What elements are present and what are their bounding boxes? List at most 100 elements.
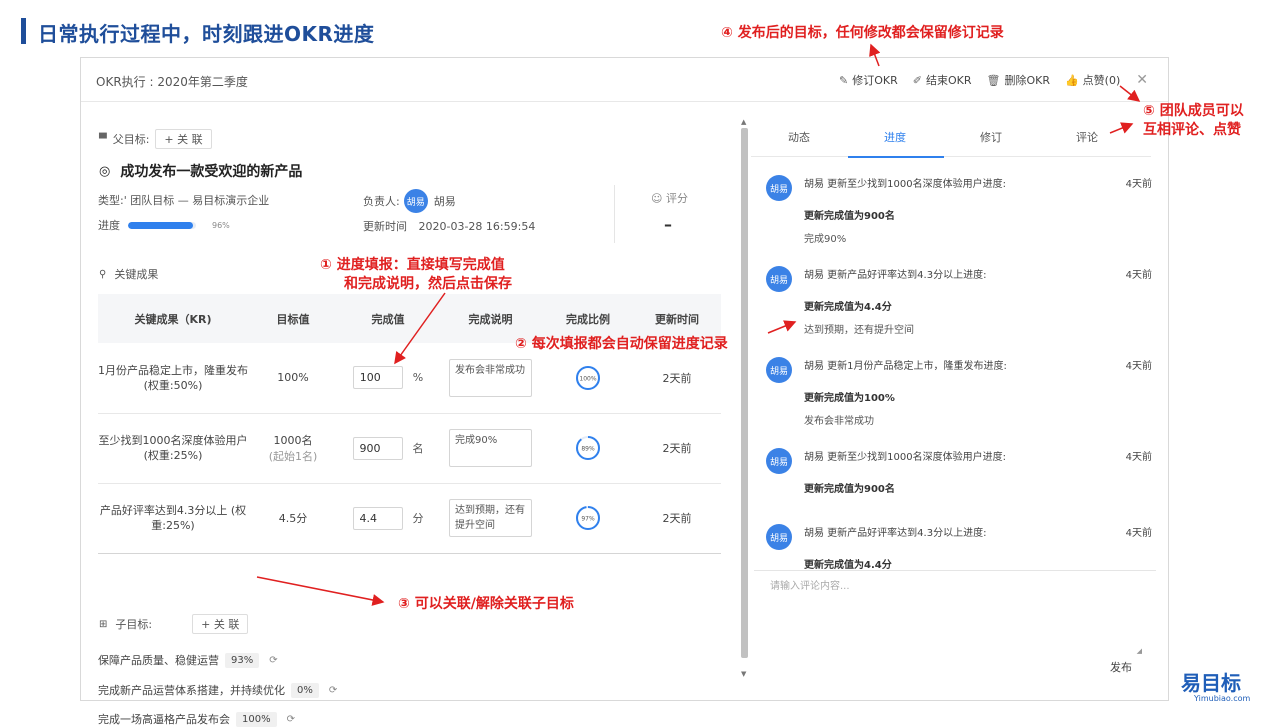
- feed-value: 更新完成值为100%: [804, 393, 895, 404]
- table-row: 产品好评率达到4.3分以上 (权重:25%) 4.5分 4.4 分 达到预期，还有…: [98, 483, 721, 554]
- kr-updated: 2天前: [633, 483, 721, 554]
- link-child-button[interactable]: + 关 联: [192, 614, 249, 634]
- avatar: 胡易: [766, 524, 792, 550]
- kr-updated: 2天前: [633, 413, 721, 484]
- active-tab-indicator: [848, 156, 944, 158]
- annotation-1-line2: 和完成说明，然后点击保存: [344, 276, 512, 292]
- publish-button[interactable]: 发布: [1110, 659, 1132, 675]
- kr-target-sub: (起始1名): [268, 450, 318, 463]
- owner-label: 负责人:: [363, 195, 400, 208]
- scroll-up-icon[interactable]: ▲: [741, 118, 746, 126]
- completion-ring: 89%: [576, 436, 600, 460]
- parent-objective-row: ▀ 父目标: + 关 联: [99, 129, 212, 149]
- updated-row: 更新时间 2020-03-28 16:59:54: [363, 218, 535, 234]
- feed-value: 更新完成值为4.4分: [804, 302, 892, 313]
- resize-handle-icon[interactable]: ◢: [1137, 647, 1142, 655]
- okr-execution-panel: OKR执行 : 2020年第二季度 ✎ 修订OKR ✐ 结束OKR 🗑 删除OK…: [80, 57, 1170, 727]
- link-parent-button[interactable]: + 关 联: [155, 129, 212, 149]
- progress-label: 进度: [98, 219, 120, 232]
- comment-box: 请输入评论内容... ◢: [754, 570, 1156, 655]
- objective-progress-row: 进度 96%: [98, 217, 230, 233]
- completion-value-input[interactable]: 4.4: [352, 506, 403, 530]
- delete-okr-button[interactable]: 🗑 删除OKR: [986, 72, 1049, 88]
- owner-row: 负责人: 胡易 胡易: [363, 189, 456, 213]
- annotation-1: ① 进度填报：直接填写完成值 和完成说明，然后点击保存: [320, 256, 512, 294]
- key-results-table: 关键成果（KR) 目标值 完成值 完成说明 完成比例 更新时间 1月份产品稳定上…: [98, 294, 721, 554]
- scroll-thumb[interactable]: [741, 128, 748, 658]
- slide-title: 日常执行过程中，时刻跟进OKR进度: [38, 22, 375, 46]
- feed-line: 胡易 更新产品好评率达到4.3分以上进度:: [804, 528, 987, 539]
- key-results-label: 关键成果: [114, 268, 159, 281]
- child-label: 子目标:: [115, 618, 153, 631]
- kr-unit: %: [412, 371, 424, 385]
- list-item[interactable]: 保障产品质量、稳健运营 93% ⟳: [98, 652, 278, 668]
- key-icon: ⚲: [99, 268, 107, 280]
- child-progress-badge: 100%: [236, 711, 277, 727]
- edit-icon: ✎: [839, 73, 849, 87]
- child-objective-name: 保障产品质量、稳健运营: [98, 654, 219, 667]
- feed-line: 胡易 更新1月份产品稳定上市，隆重发布进度:: [804, 361, 1007, 372]
- tab-revisions[interactable]: 修订: [980, 129, 1002, 145]
- parent-label: 父目标:: [112, 133, 150, 146]
- annotation-5-line1: ⑤ 团队成员可以: [1143, 103, 1244, 119]
- scrollbar[interactable]: ▲ ▼: [741, 118, 748, 678]
- feed-desc: 发布会非常成功: [804, 416, 874, 427]
- completion-ratio-text: 100%: [579, 375, 596, 382]
- kr-unit: 分: [412, 512, 424, 525]
- completion-note-input[interactable]: 达到预期，还有提升空间: [449, 499, 532, 537]
- feed-line: 胡易 更新产品好评率达到4.3分以上进度:: [804, 270, 987, 281]
- feed-desc: 达到预期，还有提升空间: [804, 325, 914, 336]
- finish-okr-button[interactable]: ✐ 结束OKR: [913, 72, 972, 88]
- completion-ring: 97%: [576, 506, 600, 530]
- completion-value-input[interactable]: 900: [352, 436, 403, 460]
- parent-objective-icon: ▀: [99, 133, 107, 145]
- feed-value: 更新完成值为900名: [804, 211, 895, 222]
- objective-title: 成功发布一款受欢迎的新产品: [120, 164, 303, 180]
- unlink-icon[interactable]: ⟳: [329, 685, 337, 696]
- avatar: 胡易: [766, 357, 792, 383]
- scroll-down-icon[interactable]: ▼: [741, 670, 746, 678]
- feed-time: 4天前: [1125, 452, 1152, 463]
- completion-ratio-text: 97%: [581, 516, 595, 523]
- comment-input[interactable]: 请输入评论内容...: [770, 577, 1140, 649]
- child-objective-name: 完成新产品运营体系搭建，并持续优化: [98, 684, 285, 697]
- like-button[interactable]: 👍 点赞(0): [1065, 72, 1120, 88]
- finish-okr-label: 结束OKR: [925, 74, 972, 87]
- col-header: 关键成果（KR): [98, 294, 248, 343]
- revise-okr-button[interactable]: ✎ 修订OKR: [839, 72, 898, 88]
- annotation-4: ④ 发布后的目标，任何修改都会保留修订记录: [721, 25, 1004, 41]
- objective-title-row: ◎ 成功发布一款受欢迎的新产品: [99, 161, 302, 181]
- feed-line: 胡易 更新至少找到1000名深度体验用户进度:: [804, 452, 1006, 463]
- panel-header: OKR执行 : 2020年第二季度 ✎ 修订OKR ✐ 结束OKR 🗑 删除OK…: [81, 58, 1168, 102]
- completion-note-input[interactable]: 发布会非常成功: [449, 358, 532, 397]
- unlink-icon[interactable]: ⟳: [287, 714, 295, 725]
- title-accent-bar: [21, 18, 26, 44]
- score-label-row: ☺ 评分: [651, 190, 688, 206]
- kr-unit: 名: [412, 442, 424, 455]
- score-value: –: [664, 215, 672, 234]
- child-objectives-row: ⊞ 子目标: + 关 联: [99, 614, 249, 634]
- completion-ratio-text: 89%: [581, 446, 595, 453]
- completion-note-input[interactable]: 完成90%: [449, 429, 532, 467]
- unlink-icon[interactable]: ⟳: [269, 655, 277, 666]
- list-item[interactable]: 完成一场高逼格产品发布会 100% ⟳: [98, 711, 295, 727]
- completion-value-input[interactable]: 100: [352, 366, 403, 390]
- avatar: 胡易: [766, 266, 792, 292]
- tab-progress[interactable]: 进度: [884, 129, 906, 145]
- feed-time: 4天前: [1125, 528, 1152, 539]
- hierarchy-icon: ⊞: [99, 618, 108, 630]
- revise-okr-label: 修订OKR: [852, 74, 898, 87]
- tab-activity[interactable]: 动态: [788, 129, 810, 145]
- completion-ring: 100%: [576, 365, 600, 390]
- close-icon[interactable]: ✕: [1136, 72, 1148, 88]
- header-actions: ✎ 修订OKR ✐ 结束OKR 🗑 删除OKR 👍 点赞(0) ✕: [824, 72, 1148, 88]
- annotation-1-line1: ① 进度填报：直接填写完成值: [320, 257, 505, 273]
- activity-panel: 动态 进度 修订 评论 胡易 胡易 更新至少找到1000名深度体验用户进度: 4…: [751, 103, 1170, 701]
- list-item[interactable]: 完成新产品运营体系搭建，并持续优化 0% ⟳: [98, 682, 337, 698]
- panel-title: OKR执行 : 2020年第二季度: [96, 75, 248, 89]
- key-results-header: ⚲ 关键成果: [99, 266, 158, 282]
- feed-line: 胡易 更新至少找到1000名深度体验用户进度:: [804, 179, 1006, 190]
- kr-name: 至少找到1000名深度体验用户 (权重:25%): [98, 434, 248, 462]
- tab-comments[interactable]: 评论: [1076, 129, 1098, 145]
- avatar: 胡易: [766, 175, 792, 201]
